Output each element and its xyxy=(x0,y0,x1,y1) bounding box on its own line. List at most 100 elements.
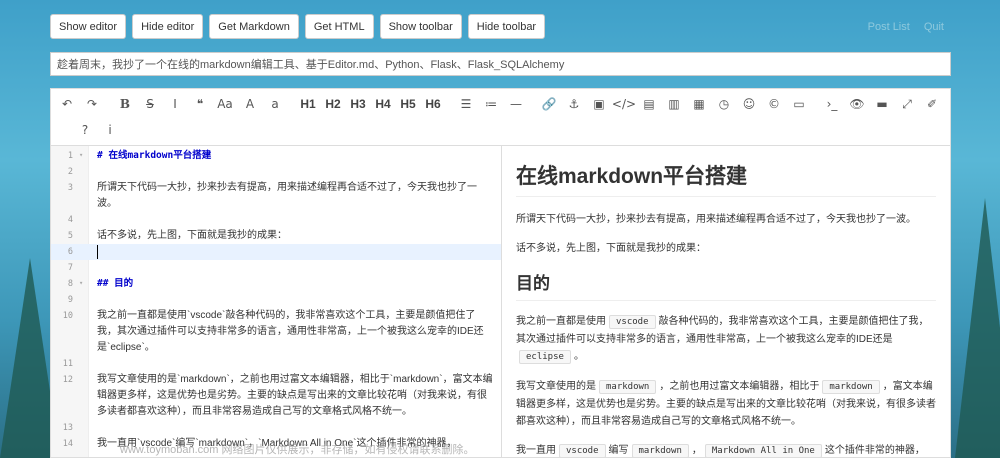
inline-code: vscode xyxy=(609,315,656,329)
undo-icon[interactable]: ↶ xyxy=(57,94,77,114)
preview-paragraph: 我一直用 vscode 编写 markdown， Markdown All in One… xyxy=(516,442,936,457)
list-ul-icon[interactable]: ☰ xyxy=(456,94,476,114)
show-editor-button[interactable]: Show editor xyxy=(50,14,127,39)
background-tree xyxy=(955,198,1000,458)
preview-paragraph: 所谓天下代码一大抄，抄来抄去有提高，用来描述编程再合适不过了，今天我也抄了一波。 xyxy=(516,214,916,225)
code-icon[interactable]: </> xyxy=(612,94,636,114)
code-line[interactable]: 4 xyxy=(51,212,501,228)
text-run: 。 xyxy=(573,351,584,362)
goto-line-icon[interactable]: ›_ xyxy=(822,94,842,114)
code-line[interactable]: 5 话不多说，先上图，下面就是我抄的成果： xyxy=(51,228,501,244)
quit-link[interactable]: Quit xyxy=(924,21,944,33)
line-number: 3 xyxy=(67,183,73,193)
lowercase-icon[interactable]: a xyxy=(265,94,285,114)
hide-toolbar-button[interactable]: Hide toolbar xyxy=(467,14,546,39)
h6-button[interactable]: H6 xyxy=(423,94,443,114)
fold-arrow-icon[interactable]: ▾ xyxy=(79,151,83,159)
html-entities-icon[interactable]: © xyxy=(764,94,784,114)
quote-icon[interactable]: ❝ xyxy=(190,94,210,114)
list-ol-icon[interactable]: ≔ xyxy=(481,94,501,114)
preview-heading-1: 在线markdown平台搭建 xyxy=(516,160,936,197)
titlecase-icon[interactable]: A xyxy=(240,94,260,114)
line-number: 13 xyxy=(62,423,73,433)
clear-icon[interactable]: ✐ xyxy=(922,94,942,114)
code-line[interactable]: 2 xyxy=(51,164,501,180)
code-line[interactable]: 8 ▾ ## 目的 xyxy=(51,276,501,292)
preview-paragraph: 我之前一直都是使用 vscode 敲各种代码的，我非常喜欢这个工具，主要是颜值把住了… xyxy=(516,313,936,366)
post-list-link[interactable]: Post List xyxy=(868,21,910,33)
text-cursor xyxy=(97,245,98,259)
info-icon[interactable]: i xyxy=(100,120,120,140)
link-icon[interactable]: 🔗 xyxy=(539,94,559,114)
line-number: 12 xyxy=(62,375,73,385)
get-markdown-button[interactable]: Get Markdown xyxy=(209,14,299,39)
watermark: www.toymoban.com 网络图片仅供展示，非存储，如有侵权请联系删除。 xyxy=(120,444,475,456)
table-icon[interactable]: ▦ xyxy=(689,94,709,114)
text-run: ，之前也用过富文本编辑器，相比于 xyxy=(659,381,820,392)
h2-button[interactable]: H2 xyxy=(323,94,343,114)
line-number: 6 xyxy=(67,247,73,257)
code-line[interactable]: 10 我之前一直都是使用`vscode`敲各种代码的，我非常喜欢这个工具，主要是颜… xyxy=(51,308,501,356)
line-number: 7 xyxy=(67,263,73,273)
line-number: 4 xyxy=(67,215,73,225)
fold-arrow-icon[interactable]: ▾ xyxy=(79,279,83,287)
preview-paragraph: 话不多说，先上图，下面就是我抄的成果： xyxy=(516,243,706,254)
image-icon[interactable]: ▣ xyxy=(589,94,609,114)
code-block-icon[interactable]: ▤ xyxy=(639,94,659,114)
uppercase-icon[interactable]: Aa xyxy=(215,94,235,114)
markdown-editor: ↶ ↷ B S̶ I ❝ Aa Aa H1 H2 H3 H4 H5 H6 ☰ ≔ — 🔗 ⚓ ▣ </> ▤ ▥ ▦ ◷ ☺ © ▭ ›… xyxy=(50,88,951,458)
text-run: 这个插件非常的神器， xyxy=(824,445,925,456)
h4-button[interactable]: H4 xyxy=(373,94,393,114)
line-number: 11 xyxy=(62,359,73,369)
get-html-button[interactable]: Get HTML xyxy=(304,14,374,39)
inline-code: markdown xyxy=(599,380,657,394)
preview-icon[interactable]: ▬ xyxy=(872,94,892,114)
hr-icon[interactable]: — xyxy=(506,94,526,114)
h1-button[interactable]: H1 xyxy=(298,94,318,114)
text-run: 编写 xyxy=(608,445,629,456)
inline-code: eclipse xyxy=(519,350,571,364)
code-line[interactable]: 13 xyxy=(51,420,501,436)
code-line[interactable]: 6 xyxy=(51,244,501,260)
topbar: Show editor Hide editor Get Markdown Get… xyxy=(50,14,546,39)
code-line[interactable]: 11 xyxy=(51,356,501,372)
help-icon[interactable]: ? xyxy=(75,120,95,140)
editor-toolbar: ↶ ↷ B S̶ I ❝ Aa Aa H1 H2 H3 H4 H5 H6 ☰ ≔ — 🔗 ⚓ ▣ </> ▤ ▥ ▦ ◷ ☺ © ▭ ›… xyxy=(51,89,950,146)
code-text: # 在线markdown平台搭建 xyxy=(97,150,212,161)
preformatted-icon[interactable]: ▥ xyxy=(664,94,684,114)
inline-code: Markdown All in One xyxy=(704,444,822,457)
code-line[interactable]: 3 所谓天下代码一大抄，抄来抄去有提高，用来描述编程再合适不过了，今天我也抄了一波… xyxy=(51,180,501,212)
line-number: 9 xyxy=(67,295,73,305)
line-number: 2 xyxy=(67,167,73,177)
pagebreak-icon[interactable]: ▭ xyxy=(789,94,809,114)
emoji-icon[interactable]: ☺ xyxy=(739,94,759,114)
top-links: Post List Quit xyxy=(868,21,944,33)
h5-button[interactable]: H5 xyxy=(398,94,418,114)
hide-editor-button[interactable]: Hide editor xyxy=(132,14,204,39)
anchor-icon[interactable]: ⚓ xyxy=(564,94,584,114)
italic-icon[interactable]: I xyxy=(165,94,185,114)
code-text: 我之前一直都是使用`vscode`敲各种代码的，我非常喜欢这个工具，主要是颜值把… xyxy=(97,310,484,353)
title-input[interactable]: 趁着周末，我抄了一个在线的markdown编辑工具、基于Editor.md、Py… xyxy=(50,52,951,76)
code-line[interactable]: 12 我写文章使用的是`markdown`，之前也用过富文本编辑器，相比于`mar… xyxy=(51,372,501,420)
code-line[interactable]: 9 xyxy=(51,292,501,308)
watch-icon[interactable]: 👁 xyxy=(847,94,867,114)
code-line[interactable]: 1 ▾ # 在线markdown平台搭建 xyxy=(51,148,501,164)
strikethrough-icon[interactable]: S̶ xyxy=(140,94,160,114)
toolbar-row: ↶ ↷ B S̶ I ❝ Aa Aa H1 H2 H3 H4 H5 H6 ☰ ≔ — 🔗 ⚓ ▣ </> ▤ ▥ ▦ ◷ ☺ © ▭ ›… xyxy=(57,93,944,115)
text-run: ， xyxy=(691,445,702,456)
h3-button[interactable]: H3 xyxy=(348,94,368,114)
line-number: 10 xyxy=(62,311,73,321)
bold-icon[interactable]: B xyxy=(115,94,135,114)
line-number: 8 xyxy=(67,279,73,289)
code-pane[interactable]: 1 ▾ # 在线markdown平台搭建 2 3 所谓天下代码一大抄，抄来抄去有提高，用来… xyxy=(51,146,502,457)
show-toolbar-button[interactable]: Show toolbar xyxy=(379,14,462,39)
fullscreen-icon[interactable]: ⤢ xyxy=(897,94,917,114)
line-number: 1 xyxy=(67,151,73,161)
code-line[interactable]: 7 xyxy=(51,260,501,276)
datetime-icon[interactable]: ◷ xyxy=(714,94,734,114)
code-text: ## 目的 xyxy=(97,278,134,289)
search-icon[interactable]: ⌕ xyxy=(947,94,950,114)
redo-icon[interactable]: ↷ xyxy=(82,94,102,114)
toolbar-row: ? i xyxy=(57,119,944,141)
